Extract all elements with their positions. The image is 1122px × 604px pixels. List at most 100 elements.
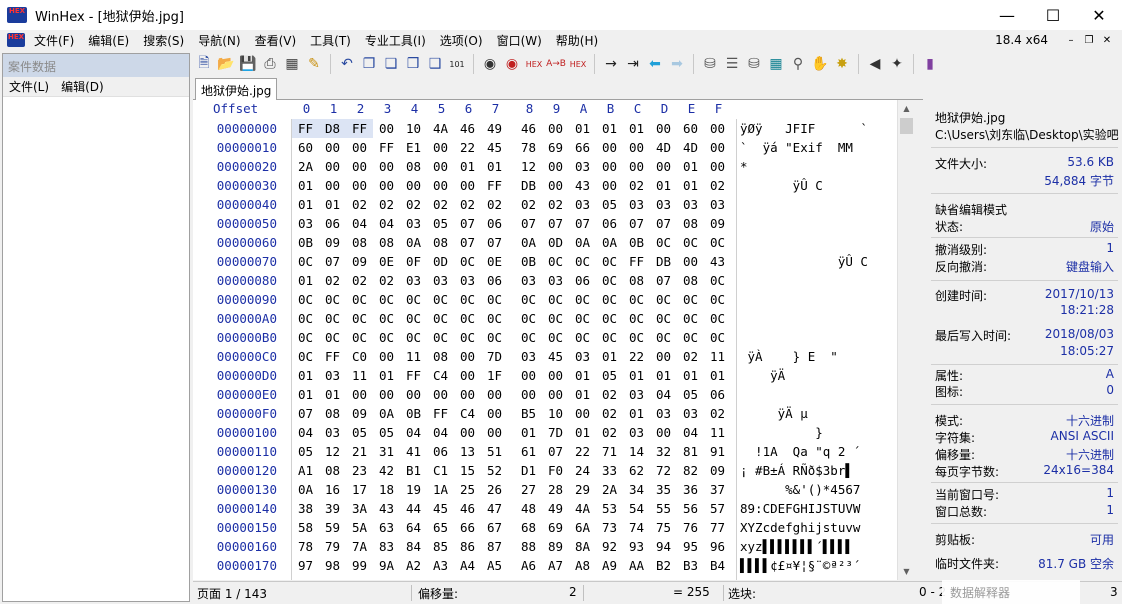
hex-byte[interactable]: 00 — [623, 138, 650, 157]
hex-byte[interactable]: 01 — [623, 119, 650, 138]
hex-byte[interactable]: F0 — [542, 461, 569, 480]
goto-offset-icon[interactable]: → — [600, 53, 622, 75]
hex-byte[interactable]: 08 — [319, 461, 346, 480]
edit-icon[interactable]: ✎ — [303, 53, 325, 75]
hex-byte[interactable]: 01 — [454, 157, 481, 176]
hex-byte[interactable]: 48 — [515, 499, 542, 518]
hex-byte[interactable]: 0C — [677, 290, 704, 309]
text-row[interactable]: ÿÄ µ — [740, 404, 913, 423]
hex-byte[interactable]: 78 — [515, 138, 542, 157]
hex-byte[interactable]: 03 — [650, 404, 677, 423]
hex-byte[interactable]: A3 — [427, 556, 454, 575]
hex-byte[interactable]: 08 — [319, 404, 346, 423]
hex-byte[interactable]: C4 — [454, 404, 481, 423]
menu-options[interactable]: 选项(O) — [433, 32, 490, 49]
hex-row[interactable]: 01 02 02 02 03 03 03 06 03 03 06 0C 08 07 08 0C — [292, 271, 736, 290]
hex-row[interactable]: 0B 09 08 08 0A 08 07 07 0A 0D 0A 0A 0B 0C 0C 0C — [292, 233, 736, 252]
hex-byte[interactable]: 08 — [677, 271, 704, 290]
hex-byte[interactable]: FF — [400, 366, 427, 385]
hex-byte[interactable]: 07 — [481, 233, 508, 252]
hex-byte[interactable]: 03 — [292, 214, 319, 233]
hex-byte[interactable]: D1 — [515, 461, 542, 480]
hex-byte[interactable]: 75 — [650, 518, 677, 537]
hex-byte[interactable]: 65 — [427, 518, 454, 537]
hex-byte[interactable]: 25 — [454, 480, 481, 499]
analyze-icon[interactable]: ✸ — [831, 53, 853, 75]
hex-byte[interactable]: 0C — [677, 328, 704, 347]
hex-byte[interactable]: A9 — [596, 556, 623, 575]
hex-byte[interactable]: 46 — [454, 499, 481, 518]
hex-byte[interactable]: 03 — [515, 347, 542, 366]
hex-row[interactable]: 97 98 99 9A A2 A3 A4 A5 A6 A7 A8 A9 AA B2 B3 B4 — [292, 556, 736, 575]
save-icon[interactable]: 💾 — [237, 53, 259, 75]
hex-row[interactable]: 0C FF C0 00 11 08 00 7D 03 45 03 01 22 00 02 11 — [292, 347, 736, 366]
hex-byte[interactable]: 7A — [346, 537, 373, 556]
hex-byte[interactable]: 04 — [400, 423, 427, 442]
hex-byte[interactable]: 66 — [569, 138, 596, 157]
hex-row[interactable]: 38 39 3A 43 44 45 46 47 48 49 4A 53 54 55 56 57 — [292, 499, 736, 518]
text-row[interactable]: %&'()*4567 — [740, 480, 913, 499]
hex-byte[interactable]: FF — [623, 252, 650, 271]
hex-byte[interactable]: 99 — [346, 556, 373, 575]
hex-byte[interactable]: 00 — [346, 176, 373, 195]
hex-byte[interactable]: 15 — [454, 461, 481, 480]
find-text-icon[interactable]: ◉ — [501, 53, 523, 75]
hex-byte[interactable]: 05 — [596, 366, 623, 385]
cut-icon[interactable]: ❐ — [358, 53, 380, 75]
disk-clone-icon[interactable]: ⛁ — [743, 53, 765, 75]
hex-byte[interactable]: 01 — [569, 385, 596, 404]
back-arrow-icon[interactable]: ⬅ — [644, 53, 666, 75]
hex-byte[interactable]: 0C — [569, 309, 596, 328]
hex-byte[interactable]: 00 — [542, 119, 569, 138]
zoom-icon[interactable]: ⚲ — [787, 53, 809, 75]
hex-byte[interactable]: 00 — [704, 138, 731, 157]
hex-byte[interactable]: 03 — [677, 404, 704, 423]
text-row[interactable]: ÿÛ C — [740, 176, 913, 195]
hex-byte[interactable]: 94 — [650, 537, 677, 556]
hex-byte[interactable]: 02 — [481, 195, 508, 214]
hex-byte[interactable]: 0C — [623, 328, 650, 347]
new-file-icon[interactable]: 🗎 — [193, 53, 215, 75]
hex-byte[interactable]: 21 — [346, 442, 373, 461]
hex-byte[interactable]: 03 — [623, 423, 650, 442]
hex-byte[interactable]: 49 — [481, 119, 508, 138]
hex-byte[interactable]: 4D — [650, 138, 677, 157]
hex-byte[interactable]: FF — [319, 347, 346, 366]
hex-byte[interactable]: 00 — [623, 157, 650, 176]
hex-byte[interactable]: 06 — [481, 271, 508, 290]
case-menu-edit[interactable]: 编辑(D) — [55, 78, 110, 95]
hex-byte[interactable]: 00 — [542, 366, 569, 385]
text-row[interactable] — [740, 385, 913, 404]
hex-byte[interactable]: 34 — [623, 480, 650, 499]
hex-byte[interactable]: 0C — [650, 290, 677, 309]
ram-icon[interactable]: ☰ — [721, 53, 743, 75]
hex-byte[interactable]: 0C — [292, 252, 319, 271]
hex-byte[interactable]: 0C — [319, 290, 346, 309]
hex-byte[interactable]: 04 — [373, 214, 400, 233]
hex-byte[interactable]: 03 — [650, 195, 677, 214]
hex-byte[interactable]: 46 — [454, 119, 481, 138]
hex-byte[interactable]: E1 — [400, 138, 427, 157]
hex-byte[interactable]: C0 — [346, 347, 373, 366]
hex-byte[interactable]: 00 — [454, 385, 481, 404]
hex-byte[interactable]: 01 — [596, 347, 623, 366]
hex-row[interactable]: 01 00 00 00 00 00 00 FF DB 00 43 00 02 01 01 02 — [292, 176, 736, 195]
hex-row[interactable]: 04 03 05 05 04 04 00 00 01 7D 01 02 03 00 04 11 — [292, 423, 736, 442]
hex-byte[interactable]: 0C — [515, 309, 542, 328]
scroll-up-arrow-icon[interactable]: ▲ — [898, 100, 915, 117]
hex-byte[interactable]: 46 — [515, 119, 542, 138]
menu-file[interactable]: 文件(F) — [27, 32, 81, 49]
hex-row[interactable]: FF D8 FF 00 10 4A 46 49 46 00 01 01 01 00 60 00 — [292, 119, 736, 138]
hex-byte[interactable]: FF — [292, 119, 319, 138]
hex-byte[interactable]: 9A — [373, 556, 400, 575]
hex-byte[interactable]: 2A — [596, 480, 623, 499]
hex-byte[interactable]: A1 — [292, 461, 319, 480]
hex-byte[interactable]: 0C — [427, 290, 454, 309]
text-row[interactable]: ÿÛ C — [740, 252, 913, 271]
hex-byte[interactable]: 05 — [346, 423, 373, 442]
hex-byte[interactable]: 02 — [542, 195, 569, 214]
hex-byte[interactable]: 27 — [515, 480, 542, 499]
hex-byte[interactable]: 7D — [481, 347, 508, 366]
menu-navigation[interactable]: 导航(N) — [191, 32, 247, 49]
forward-arrow-icon[interactable]: ➡ — [666, 53, 688, 75]
